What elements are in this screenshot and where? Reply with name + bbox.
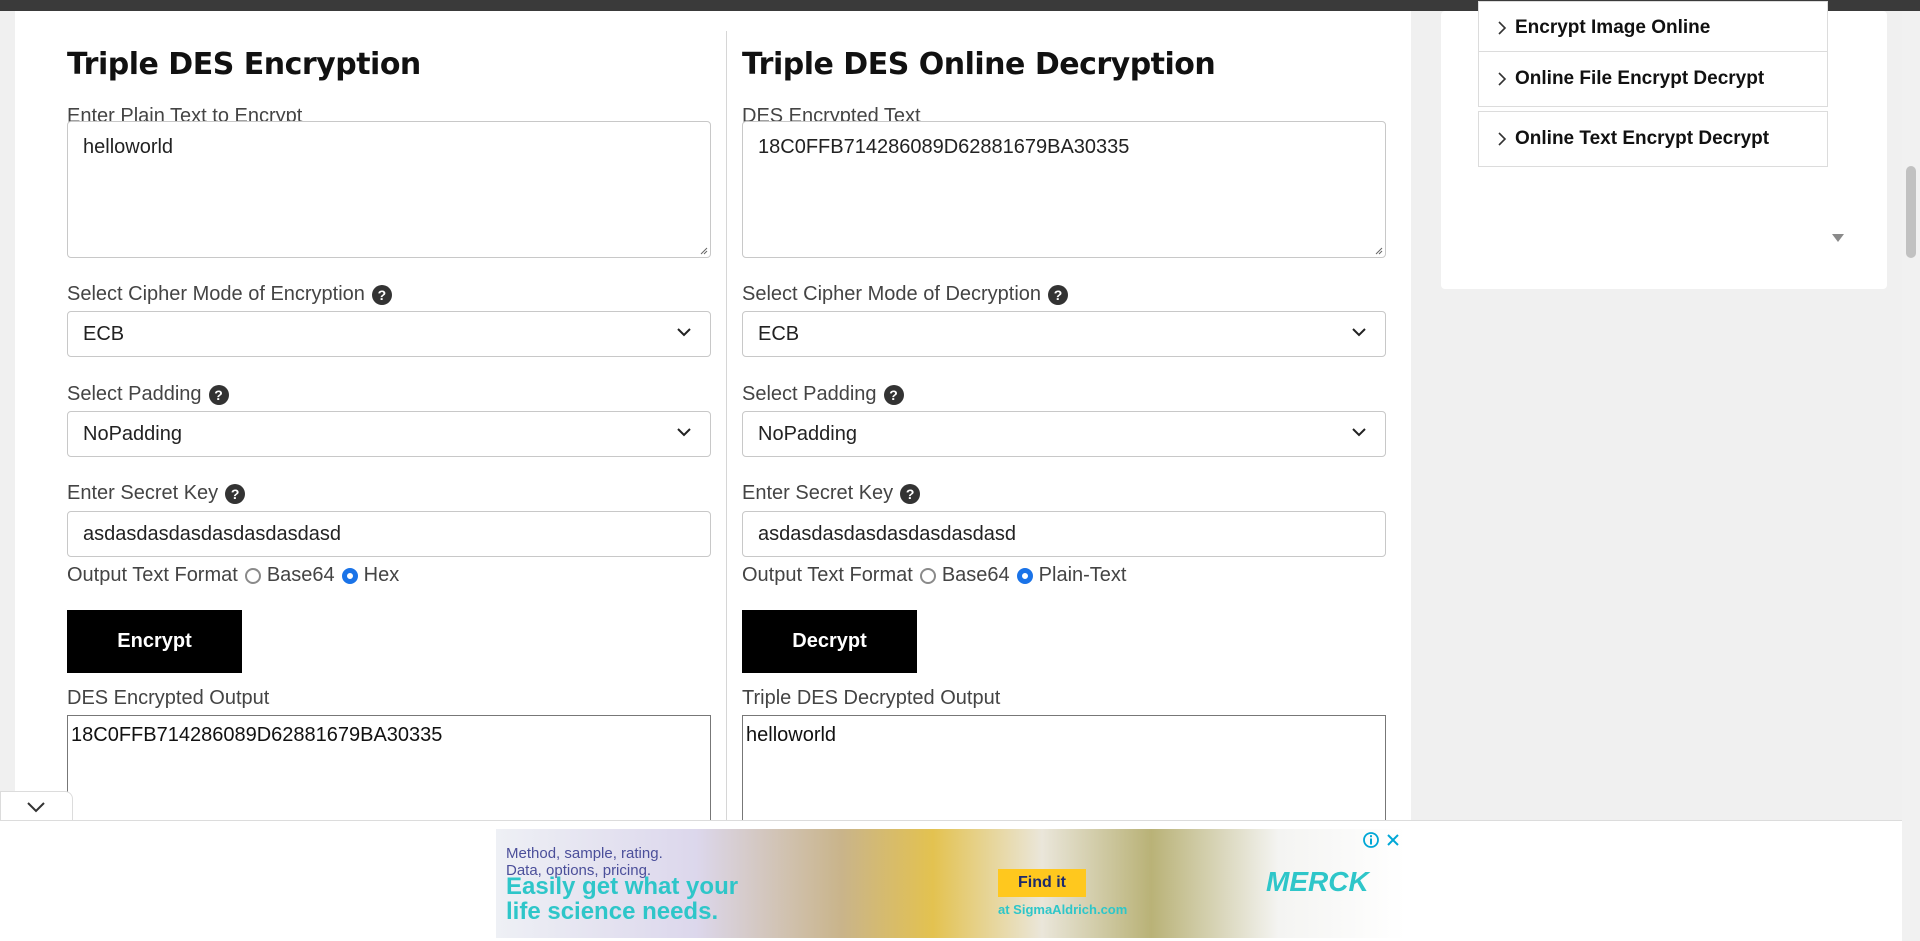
sidebar-item-label: Online File Encrypt Decrypt	[1515, 68, 1765, 89]
ad-headline-line: life science needs.	[506, 898, 719, 925]
scrollbar-thumb[interactable]	[1906, 166, 1916, 258]
enc-output-label-text: DES Encrypted Output	[67, 687, 270, 709]
enc-padding-select[interactable]: NoPadding	[67, 411, 711, 457]
ad-info-icon[interactable]	[1362, 831, 1380, 849]
dec-mode-select[interactable]: ECB	[742, 311, 1386, 357]
enc-padding-label: Select Padding ?	[67, 383, 229, 406]
dec-format-group: Output Text Format Base64 Plain-Text	[742, 564, 1126, 587]
ad-headline: Easily get what your life science needs.	[506, 874, 738, 924]
dec-mode-label: Select Cipher Mode of Decryption ?	[742, 283, 1069, 306]
sidebar-card: Encrypt Image Online Online File Encrypt…	[1441, 1, 1887, 289]
chevron-down-icon	[677, 428, 691, 437]
dec-padding-label: Select Padding ?	[742, 383, 904, 406]
sidebar-item-label: Online Text Encrypt Decrypt	[1515, 128, 1770, 149]
enc-output-label: DES Encrypted Output	[67, 687, 269, 710]
enc-format-label: Output Text Format	[67, 564, 238, 586]
help-icon[interactable]: ?	[225, 483, 246, 504]
dec-output-label-text: Triple DES Decrypted Output	[742, 687, 1001, 709]
dec-output-label: Triple DES Decrypted Output	[742, 687, 1000, 710]
sidebar-item-file-encrypt[interactable]: Online File Encrypt Decrypt	[1478, 51, 1828, 107]
chevron-right-icon	[1498, 21, 1507, 35]
dec-key-label-text: Enter Secret Key	[742, 482, 894, 504]
ciphertext-textarea[interactable]: 18C0FFB714286089D62881679BA30335	[742, 121, 1386, 258]
enc-mode-value: ECB	[83, 322, 125, 345]
chevron-right-icon	[1498, 132, 1507, 146]
resize-grip-icon[interactable]	[1373, 245, 1383, 255]
dec-format-label: Output Text Format	[742, 564, 913, 586]
enc-format-hex-label[interactable]: Hex	[364, 564, 400, 587]
page-scrollbar[interactable]	[1902, 11, 1920, 940]
dec-padding-label-text: Select Padding	[742, 383, 877, 405]
enc-output-value: 18C0FFB714286089D62881679BA30335	[71, 724, 443, 746]
sidebar-item-encrypt-image[interactable]: Encrypt Image Online	[1478, 1, 1828, 55]
enc-mode-select[interactable]: ECB	[67, 311, 711, 357]
column-divider	[726, 31, 727, 831]
ad-banner[interactable]: Method, sample, rating. Data, options, p…	[496, 829, 1406, 938]
dec-output-value: helloworld	[746, 724, 837, 746]
dec-mode-label-text: Select Cipher Mode of Decryption	[742, 283, 1042, 305]
dec-format-plaintext-radio[interactable]	[1016, 567, 1033, 584]
encrypt-button[interactable]: Encrypt	[67, 610, 242, 673]
enc-key-label-text: Enter Secret Key	[67, 482, 219, 504]
ad-cta-sub: at SigmaAldrich.com	[998, 902, 1128, 917]
enc-key-label: Enter Secret Key ?	[67, 482, 246, 505]
enc-format-base64-radio[interactable]	[244, 567, 261, 584]
encryption-title: Triple DES Encryption	[67, 47, 421, 82]
help-icon[interactable]: ?	[1048, 284, 1069, 305]
chevron-down-icon	[1352, 328, 1366, 337]
plaintext-value: helloworld	[83, 136, 174, 158]
ad-cta-button[interactable]: Find it	[998, 869, 1086, 897]
dec-format-base64-label[interactable]: Base64	[942, 564, 1010, 587]
ad-brand-logo: MERCK	[1266, 866, 1369, 897]
plaintext-textarea[interactable]: helloworld	[67, 121, 711, 258]
ciphertext-value: 18C0FFB714286089D62881679BA30335	[758, 136, 1130, 158]
help-icon[interactable]: ?	[900, 483, 921, 504]
decryption-title: Triple DES Online Decryption	[742, 47, 1216, 82]
enc-format-hex-radio[interactable]	[341, 567, 358, 584]
enc-key-input[interactable]: asdasdasdasdasdasdasdasd	[67, 511, 711, 557]
help-icon[interactable]: ?	[883, 384, 904, 405]
sidebar-item-label: Encrypt Image Online	[1515, 17, 1711, 38]
help-icon[interactable]: ?	[208, 384, 229, 405]
resize-grip-icon[interactable]	[698, 245, 708, 255]
enc-mode-label-text: Select Cipher Mode of Encryption	[67, 283, 365, 305]
enc-padding-value: NoPadding	[83, 422, 182, 445]
sidebar-item-text-encrypt[interactable]: Online Text Encrypt Decrypt	[1478, 111, 1828, 167]
enc-padding-label-text: Select Padding	[67, 383, 202, 405]
chevron-down-icon	[27, 802, 45, 813]
dec-padding-value: NoPadding	[758, 422, 857, 445]
main-content: Triple DES Encryption Enter Plain Text t…	[15, 11, 1411, 940]
dec-key-label: Enter Secret Key ?	[742, 482, 921, 505]
enc-format-base64-label[interactable]: Base64	[267, 564, 335, 587]
dec-format-plaintext-label[interactable]: Plain-Text	[1039, 564, 1127, 587]
dec-key-input[interactable]: asdasdasdasdasdasdasdasd	[742, 511, 1386, 557]
enc-format-group: Output Text Format Base64 Hex	[67, 564, 399, 587]
dec-mode-value: ECB	[758, 322, 800, 345]
dec-key-value: asdasdasdasdasdasdasdasd	[758, 522, 1016, 545]
enc-mode-label: Select Cipher Mode of Encryption ?	[67, 283, 392, 306]
ad-collapse-toggle[interactable]	[0, 791, 73, 822]
chevron-down-icon	[677, 328, 691, 337]
ad-headline-line: Easily get what your	[506, 873, 739, 900]
help-icon[interactable]: ?	[371, 284, 392, 305]
chevron-down-icon	[1352, 428, 1366, 437]
decrypt-button[interactable]: Decrypt	[742, 610, 917, 673]
dec-padding-select[interactable]: NoPadding	[742, 411, 1386, 457]
dec-format-base64-radio[interactable]	[919, 567, 936, 584]
ad-small-line: Method, sample, rating.	[506, 845, 663, 862]
ad-close-icon[interactable]	[1384, 831, 1402, 849]
chevron-right-icon	[1498, 72, 1507, 86]
enc-key-value: asdasdasdasdasdasdasdasd	[83, 522, 341, 545]
scroll-down-icon[interactable]	[1831, 233, 1845, 243]
